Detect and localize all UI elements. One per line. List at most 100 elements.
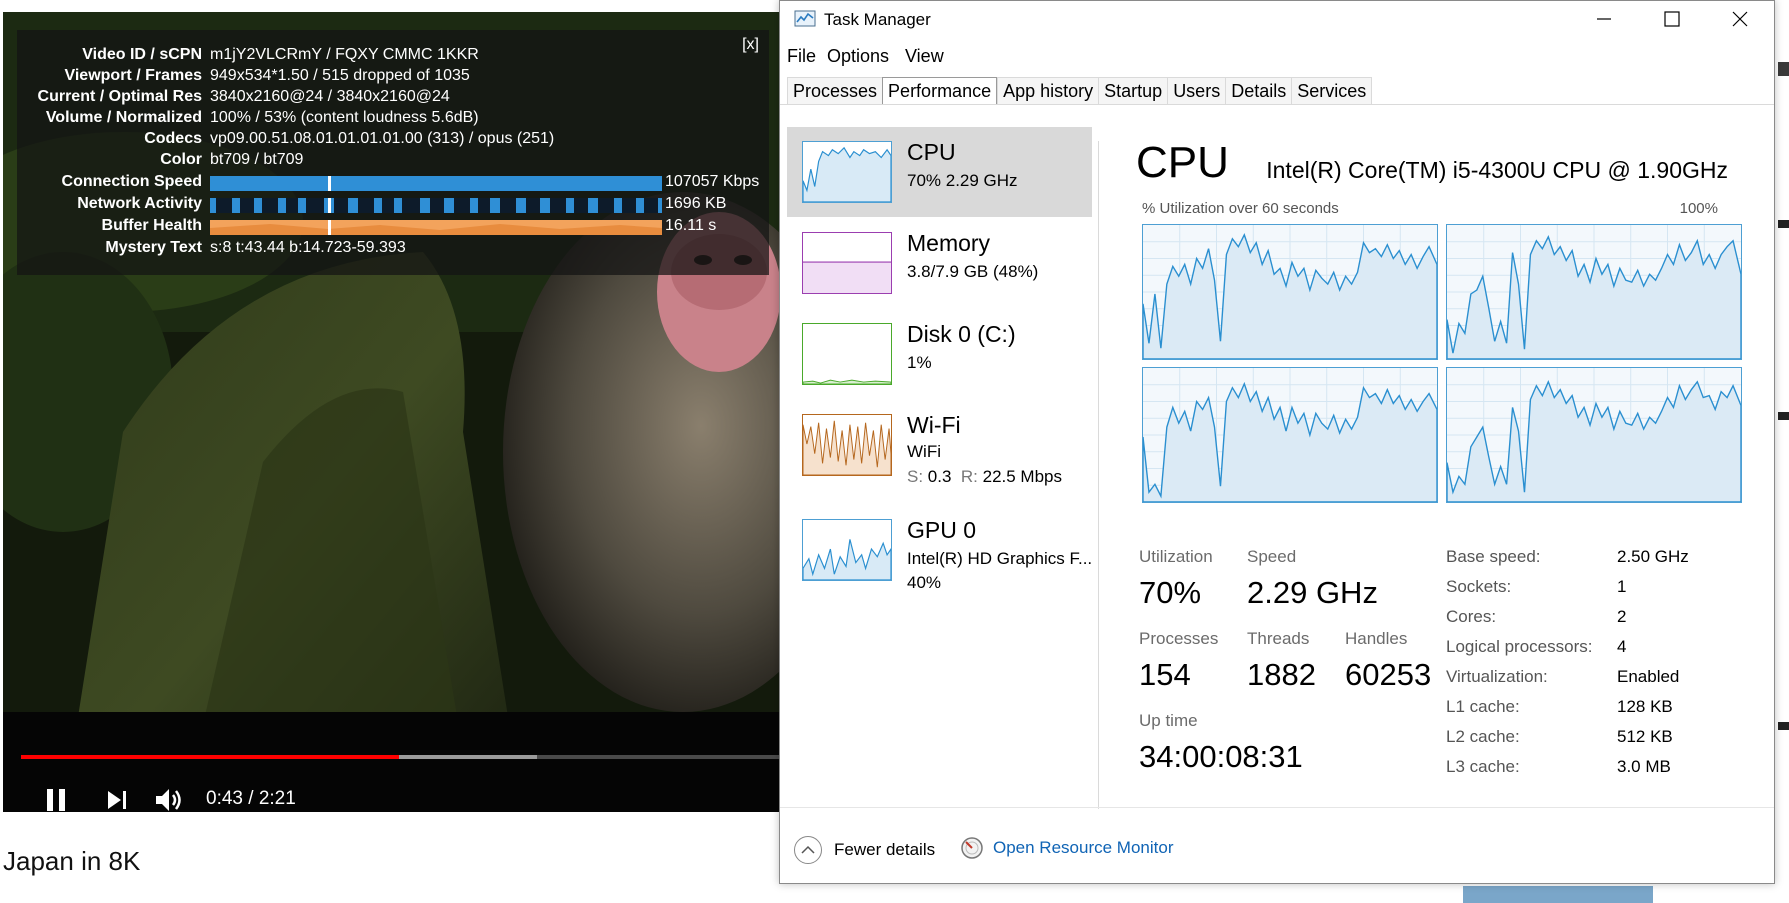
handles-value: 60253 <box>1345 657 1432 692</box>
processes-label: Processes <box>1139 629 1219 648</box>
uptime-value: 34:00:08:31 <box>1139 739 1303 774</box>
sidebar-item-wifi-rates: S: 0.3 R: 22.5 Mbps <box>907 467 1062 487</box>
pause-icon <box>47 789 65 811</box>
close-button[interactable] <box>1706 1 1774 37</box>
menu-options[interactable]: Options <box>827 46 889 67</box>
stats-value: s:8 t:43.44 b:14.723-59.393 <box>210 239 406 256</box>
receive-label: R: <box>960 467 978 486</box>
video-title: Japan in 8K <box>3 846 141 876</box>
spec-label: Logical processors: <box>1446 637 1593 656</box>
uptime-label: Up time <box>1139 711 1198 730</box>
stats-row-network-activity: Network Activity 1696 KB <box>17 195 769 216</box>
threads-label: Threads <box>1247 629 1310 648</box>
stats-row: Volume / Normalized 100% / 53% (content … <box>17 109 769 130</box>
sidebar-item-gpu[interactable]: GPU 0 Intel(R) HD Graphics F... 40% <box>787 505 1092 595</box>
video-progress-bar[interactable] <box>21 755 780 759</box>
spec-value: 128 KB <box>1617 697 1673 716</box>
open-resource-monitor-link[interactable]: Open Resource Monitor <box>960 836 1173 860</box>
sidebar-item-disk[interactable]: Disk 0 (C:) 1% <box>787 309 1092 399</box>
stats-label: Video ID / sCPN <box>82 46 202 63</box>
stats-label: Network Activity <box>77 195 202 212</box>
stats-label: Mystery Text <box>105 239 202 256</box>
tab-processes[interactable]: Processes <box>787 77 883 105</box>
maximize-button[interactable] <box>1638 1 1706 37</box>
stats-label: Color <box>160 151 202 168</box>
sidebar-item-cpu[interactable]: CPU 70% 2.29 GHz <box>787 127 1092 217</box>
stats-value: 3840x2160@24 / 3840x2160@24 <box>210 88 450 105</box>
played-bar <box>21 755 399 759</box>
graph-axis-max: 100% <box>1679 200 1718 217</box>
menu-file[interactable]: File <box>787 46 816 67</box>
stats-row: Color bt709 / bt709 <box>17 151 769 172</box>
sidebar-item-label: GPU 0 <box>907 517 977 543</box>
open-resource-monitor-label: Open Resource Monitor <box>993 838 1174 857</box>
connection-speed-bar <box>210 176 662 191</box>
spec-label: L3 cache: <box>1446 757 1520 776</box>
spec-value: 3.0 MB <box>1617 757 1671 776</box>
handles-label: Handles <box>1345 629 1408 648</box>
stats-label: Codecs <box>144 130 202 147</box>
gpu-mini-graph <box>802 519 892 581</box>
sidebar-item-detail: 40% <box>907 573 942 592</box>
time-display: 0:43 / 2:21 <box>206 788 296 809</box>
sidebar-item-memory[interactable]: Memory 3.8/7.9 GB (48%) <box>787 218 1092 308</box>
graph-axis-label: % Utilization over 60 seconds <box>1142 200 1339 217</box>
menu-view[interactable]: View <box>905 46 944 67</box>
tab-performance[interactable]: Performance <box>882 77 998 105</box>
spec-value: 512 KB <box>1617 727 1673 746</box>
tab-users[interactable]: Users <box>1167 77 1226 105</box>
next-button[interactable] <box>105 784 129 812</box>
stats-value: bt709 / bt709 <box>210 151 304 168</box>
footer-divider <box>780 807 1774 808</box>
tab-services[interactable]: Services <box>1291 77 1373 105</box>
speed-label: Speed <box>1247 547 1297 566</box>
task-manager-icon <box>794 10 816 27</box>
pane-separator <box>1098 141 1099 809</box>
sidebar-item-label: Disk 0 (C:) <box>907 321 1016 347</box>
stats-label: Buffer Health <box>101 217 202 234</box>
fewer-details-label: Fewer details <box>834 840 936 859</box>
spec-value: 2 <box>1617 607 1627 626</box>
fewer-details-button[interactable]: Fewer details <box>794 836 935 864</box>
spec-label: L2 cache: <box>1446 727 1520 746</box>
sidebar-item-wifi[interactable]: Wi-Fi WiFi S: 0.3 R: 22.5 Mbps <box>787 400 1092 490</box>
buffer-health-bar <box>210 220 662 235</box>
speed-value: 2.29 GHz <box>1247 575 1378 610</box>
spec-value: 1 <box>1617 577 1627 596</box>
spec-value: 2.50 GHz <box>1617 547 1689 566</box>
tab-details[interactable]: Details <box>1225 77 1292 105</box>
next-icon <box>108 791 126 809</box>
page-title: CPU <box>1136 138 1229 187</box>
cpu-core-3-graph <box>1446 367 1742 503</box>
send-value: 0.3 <box>927 467 952 486</box>
send-label: S: <box>907 467 924 486</box>
stats-value: m1jY2VLCRmY / FQXY CMMC 1KKR <box>210 46 479 63</box>
minimize-button[interactable] <box>1570 1 1638 37</box>
spec-value: 4 <box>1617 637 1627 656</box>
stats-row-connection-speed: Connection Speed 107057 Kbps <box>17 173 769 194</box>
receive-value: 22.5 Mbps <box>982 467 1063 486</box>
volume-button[interactable] <box>154 784 186 812</box>
tab-startup[interactable]: Startup <box>1098 77 1168 105</box>
cpu-core-0-graph <box>1142 224 1438 360</box>
cpu-core-2-graph <box>1142 367 1438 503</box>
video-player[interactable]: [x] Video ID / sCPN m1jY2VLCRmY / FQXY C… <box>3 12 780 812</box>
stats-value: 16.11 s <box>665 217 717 234</box>
pause-button[interactable] <box>43 784 69 812</box>
stats-value: 100% / 53% (content loudness 5.6dB) <box>210 109 479 126</box>
spec-label: Base speed: <box>1446 547 1541 566</box>
volume-icon <box>156 789 181 811</box>
thumbnail-fragment <box>1463 886 1653 903</box>
sidebar-item-detail: 1% <box>907 353 932 372</box>
disk-mini-graph <box>802 323 892 385</box>
maximize-icon <box>1664 11 1680 27</box>
wifi-mini-graph <box>802 414 892 476</box>
stats-label: Volume / Normalized <box>45 109 202 126</box>
chevron-up-icon <box>794 836 822 864</box>
processes-value: 154 <box>1139 657 1191 692</box>
stats-value: vp09.00.51.08.01.01.01.01.00 (313) / opu… <box>210 130 555 147</box>
spec-label: L1 cache: <box>1446 697 1520 716</box>
minimize-icon <box>1597 18 1611 20</box>
tab-app-history[interactable]: App history <box>997 77 1099 105</box>
spec-label: Cores: <box>1446 607 1497 626</box>
